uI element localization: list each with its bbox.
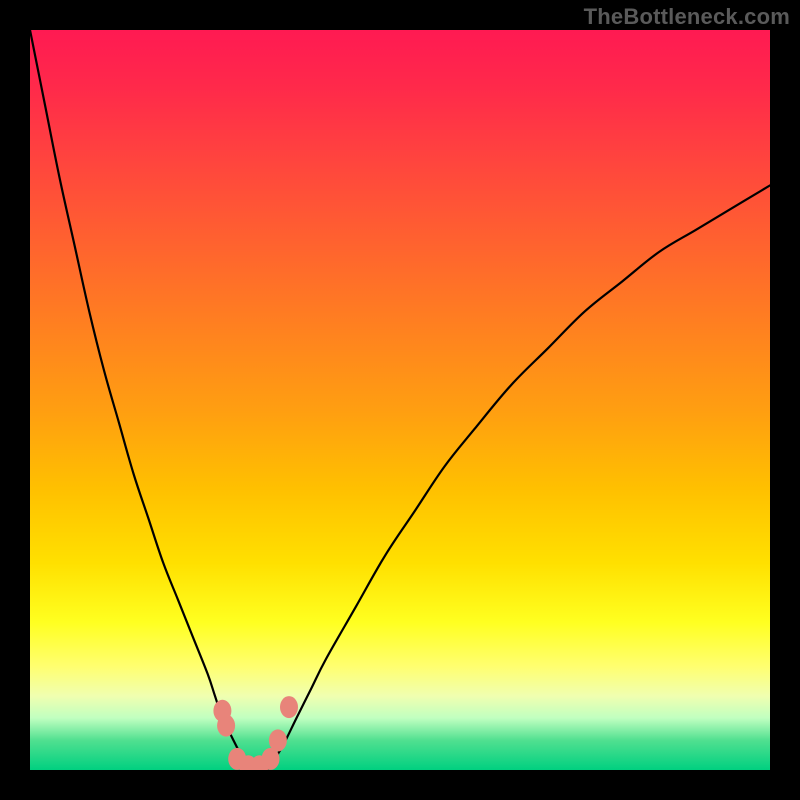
markers [213, 696, 298, 770]
plot-area [30, 30, 770, 770]
left-curve [30, 30, 252, 770]
curve-layer [30, 30, 770, 770]
watermark-text: TheBottleneck.com [584, 4, 790, 30]
marker-dot [217, 715, 235, 737]
marker-dot [269, 729, 287, 751]
right-curve [267, 185, 770, 770]
marker-dot [280, 696, 298, 718]
chart-stage: TheBottleneck.com [0, 0, 800, 800]
